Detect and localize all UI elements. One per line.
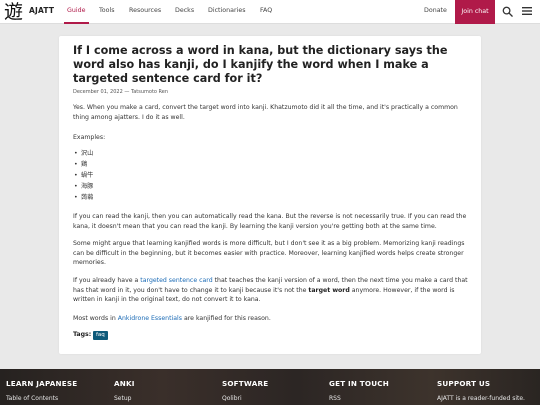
site-brand[interactable]: AJATT [29, 6, 54, 15]
paragraph-2: If you can read the kanji, then you can … [73, 213, 467, 230]
example-item: 蒟蒻 [74, 193, 94, 202]
nav-guide[interactable]: Guide [67, 7, 86, 14]
article-meta: December 01, 2022 — Tatsumoto Ren [73, 89, 168, 95]
article-author: Tatsumoto Ren [130, 89, 169, 95]
footer-heading-learn-japanese: LEARN JAPANESE [6, 379, 78, 388]
paragraph-1: Yes. When you make a card, convert the t… [73, 104, 458, 121]
nav-decks[interactable]: Decks [175, 7, 194, 14]
site-footer: LEARN JAPANESE Table of Contents ANKI Se… [0, 369, 540, 405]
examples-label: Examples: [73, 134, 106, 141]
footer-heading-get-in-touch: GET IN TOUCH [329, 379, 389, 388]
article-title: If I come across a word in kana, but the… [73, 44, 448, 85]
nav-tools[interactable]: Tools [99, 7, 115, 14]
footer-heading-support-us: SUPPORT US [437, 379, 491, 388]
target-word-bold: target word [308, 286, 350, 294]
tag-faq[interactable]: faq [93, 331, 108, 340]
tags-label: Tags: [73, 331, 92, 338]
footer-heading-software: SOFTWARE [222, 379, 269, 388]
example-item: 蝸牛 [74, 171, 94, 180]
article-card: If I come across a word in kana, but the… [59, 36, 481, 354]
donate-link[interactable]: Donate [424, 7, 447, 14]
targeted-sentence-card-link[interactable]: targeted sentence card [140, 277, 212, 284]
ankidrone-essentials-link[interactable]: Ankidrone Essentials [118, 315, 182, 322]
paragraph-5: Most words in Ankidrone Essentials are k… [73, 315, 271, 322]
example-item: 鶏 [74, 160, 87, 169]
footer-link-setup[interactable]: Setup [114, 395, 131, 402]
nav-dictionaries[interactable]: Dictionaries [208, 7, 245, 14]
footer-link-qolibri[interactable]: Qolibri [222, 395, 242, 402]
meta-separator: — [124, 89, 130, 95]
example-item: 海豚 [74, 182, 94, 191]
search-icon[interactable] [502, 6, 513, 17]
example-item: 沢山 [74, 149, 94, 158]
join-chat-button[interactable]: Join chat [455, 0, 495, 24]
nav-active-indicator [64, 22, 89, 24]
nav-faq[interactable]: FAQ [260, 7, 272, 14]
hamburger-menu-icon[interactable] [522, 7, 532, 15]
footer-support-text: AJATT is a reader-funded site. [437, 395, 525, 402]
site-logo[interactable]: 遊 [4, 1, 26, 23]
nav-resources[interactable]: Resources [129, 7, 161, 14]
top-navbar: 遊 AJATT Guide Tools Resources Decks Dict… [0, 0, 540, 24]
paragraph-4: If you already have a targeted sentence … [73, 277, 468, 303]
footer-link-table-of-contents[interactable]: Table of Contents [6, 395, 58, 402]
article-date: December 01, 2022 [73, 89, 123, 95]
paragraph-3: Some might argue that learning kanjified… [73, 240, 465, 266]
footer-heading-anki: ANKI [114, 379, 135, 388]
footer-link-rss[interactable]: RSS [329, 395, 341, 402]
